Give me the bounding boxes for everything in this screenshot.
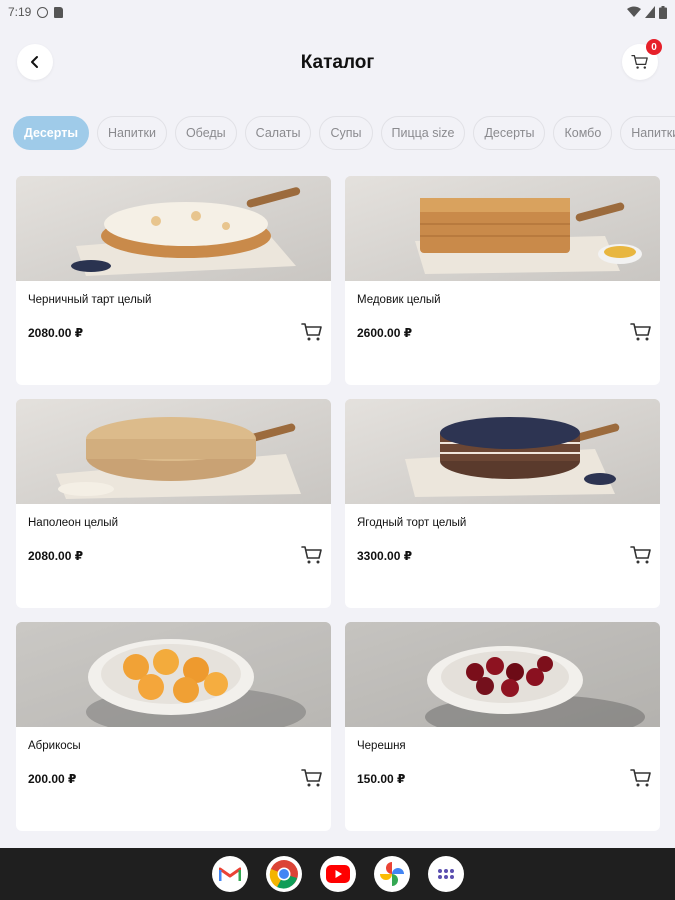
product-name: Ягодный торт целый	[357, 517, 467, 529]
product-card[interactable]: Наполеон целый 2080.00 ₽	[16, 399, 331, 608]
page-title: Каталог	[300, 52, 375, 73]
add-to-cart-icon[interactable]	[630, 322, 652, 344]
add-to-cart-icon[interactable]	[301, 545, 323, 567]
cart-button[interactable]: 0	[622, 39, 662, 80]
napoleon-cake-photo	[16, 399, 331, 504]
product-card[interactable]: Черничный тарт целый 2080.00 ₽	[16, 176, 331, 385]
battery-icon	[659, 5, 667, 19]
category-chip[interactable]: Комбо	[553, 116, 613, 150]
signal-icon	[645, 6, 655, 18]
cart-icon	[631, 54, 648, 69]
product-card[interactable]: Ягодный торт целый 3300.00 ₽	[345, 399, 660, 608]
product-name: Абрикосы	[28, 740, 81, 752]
status-bar: 7:19	[0, 0, 675, 24]
product-name: Черничный тарт целый	[28, 294, 152, 306]
app-header: Каталог 0	[0, 39, 675, 86]
product-name: Наполеон целый	[28, 517, 118, 529]
settings-status-icon	[37, 6, 49, 18]
product-name: Черешня	[357, 740, 406, 752]
berry-cake-photo	[345, 399, 660, 504]
product-name: Медовик целый	[357, 294, 441, 306]
product-price: 150.00 ₽	[357, 772, 406, 786]
product-card[interactable]: Абрикосы 200.00 ₽	[16, 622, 331, 831]
add-to-cart-icon[interactable]	[301, 322, 323, 344]
youtube-icon[interactable]	[319, 856, 356, 892]
photos-icon[interactable]	[373, 856, 410, 892]
cherries-photo	[345, 622, 660, 739]
cart-count-badge: 0	[646, 39, 662, 55]
system-dock	[0, 848, 675, 900]
product-price: 3300.00 ₽	[357, 549, 413, 563]
add-to-cart-icon[interactable]	[301, 768, 323, 790]
category-chip[interactable]: Десерты	[13, 116, 90, 150]
blueberry-tart-photo	[16, 176, 331, 281]
product-price: 200.00 ₽	[28, 772, 77, 786]
gmail-icon[interactable]	[211, 856, 248, 892]
chrome-icon[interactable]	[265, 856, 302, 892]
add-to-cart-icon[interactable]	[630, 768, 652, 790]
product-card[interactable]: Медовик целый 2600.00 ₽	[345, 176, 660, 385]
product-card[interactable]: Черешня 150.00 ₽	[345, 622, 660, 831]
apricots-photo	[16, 622, 331, 737]
sd-card-icon	[54, 6, 64, 18]
honey-cake-photo	[345, 176, 660, 281]
product-price: 2600.00 ₽	[357, 326, 413, 340]
wifi-icon	[627, 6, 641, 17]
add-to-cart-icon[interactable]	[630, 545, 652, 567]
category-chip[interactable]: Напитки	[97, 116, 167, 150]
product-price: 2080.00 ₽	[28, 549, 84, 563]
category-tabs: Десерты Напитки Обеды Салаты Супы Пицца size Д…	[13, 116, 675, 150]
category-chip[interactable]: Пицца size	[380, 116, 466, 150]
product-price: 2080.00 ₽	[28, 326, 84, 340]
category-chip[interactable]: Салаты	[244, 116, 312, 150]
app-drawer-icon[interactable]	[427, 856, 464, 892]
category-chip[interactable]: Обеды	[174, 116, 237, 150]
category-chip[interactable]: Десерты	[473, 116, 546, 150]
status-time: 7:19	[8, 5, 32, 19]
category-chip[interactable]: Напитки	[620, 116, 675, 150]
category-chip[interactable]: Супы	[319, 116, 373, 150]
